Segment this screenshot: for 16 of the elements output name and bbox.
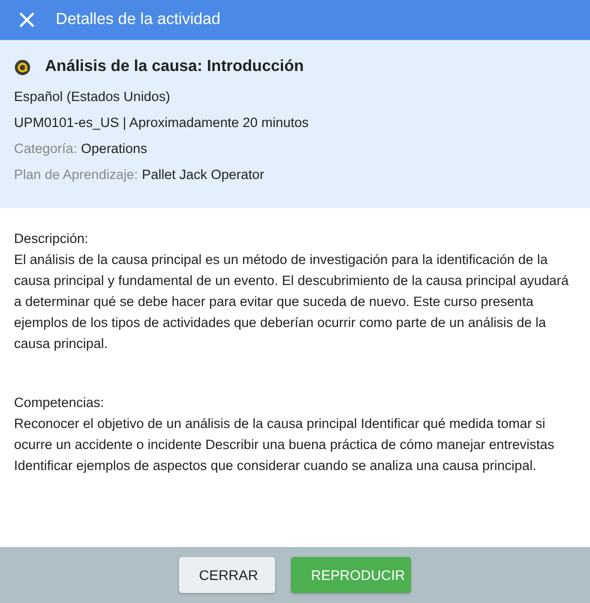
activity-icon [14, 58, 31, 76]
close-button[interactable]: × [12, 8, 42, 32]
language-text: Español (Estados Unidos) [14, 88, 172, 105]
section-text: El análisis de la causa principal es un método de investigación para la identificación de la causa principal y fundamental de un evento. El descubrimiento de la causa principal ayudará a determinar qué se debe hacer para evitar que suceda de nuevo. Este curso presenta ejemplos de los tipos de actividades que deberían ocurrir como parte de un análisis de la causa principal. [14, 251, 570, 353]
close-dialog-button[interactable]: CERRAR [179, 557, 275, 593]
section-heading: Competencias: [14, 394, 106, 412]
field-label: Categoría: [14, 140, 78, 157]
activity-title: Análisis de la causa: Introducción [45, 58, 304, 76]
field-value: Operations [81, 140, 148, 157]
code-duration-text: UPM0101-es_US | Aproximadamente 20 minutos [14, 114, 310, 131]
section-text: Reconocer el objetivo de un análisis de la causa principal Identificar qué medida tomar si ocurre un accidente o incidente Describir una buena práctica de cómo manejar entrevistas Identificar ejemplos de aspectos que considerar cuando se analiza una causa principal. [14, 415, 556, 475]
section-heading: Descripción: [14, 230, 90, 248]
play-button[interactable]: REPRODUCIR [291, 557, 411, 593]
field-label: Plan de Aprendizaje: [14, 166, 138, 183]
window-title: Detalles de la actividad [56, 11, 220, 29]
field-value: Pallet Jack Operator [142, 166, 264, 183]
